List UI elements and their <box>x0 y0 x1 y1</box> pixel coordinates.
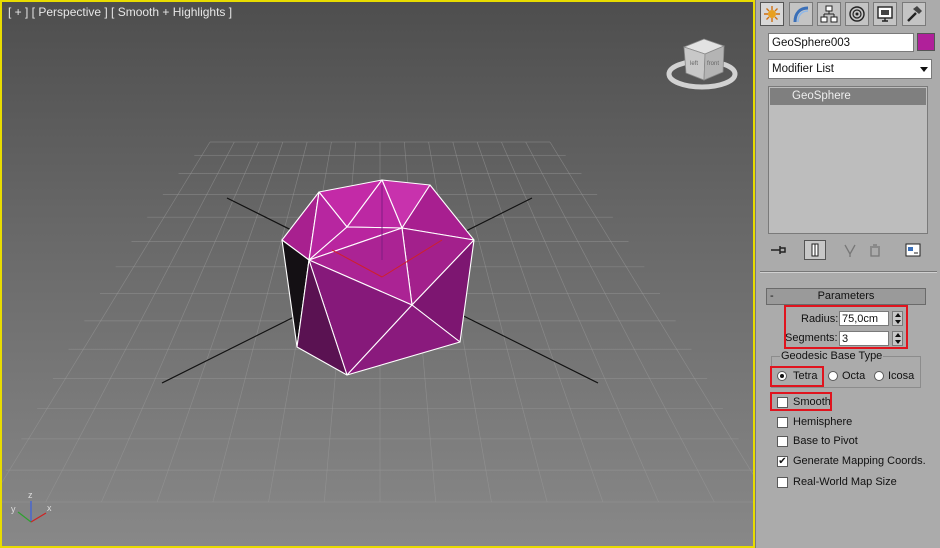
show-end-result-button[interactable] <box>804 240 826 260</box>
pin-stack-icon <box>771 246 786 254</box>
hemisphere-label[interactable]: Hemisphere <box>793 416 852 428</box>
octa-radio[interactable] <box>828 371 838 381</box>
display-tab[interactable] <box>873 2 897 26</box>
grid-line <box>549 141 753 475</box>
panel-divider <box>760 271 937 273</box>
make-unique-button[interactable] <box>840 240 862 260</box>
grid-line <box>452 141 548 503</box>
generate-mapping-coords-label[interactable]: Generate Mapping Coords. <box>793 455 926 467</box>
geodesic-base-type-title: Geodesic Base Type <box>780 350 884 362</box>
chevron-down-icon <box>920 67 928 72</box>
axis-y-label: y <box>11 504 16 514</box>
show-end-result-icon <box>811 243 819 257</box>
icosa-radio[interactable] <box>874 371 884 381</box>
grid-line <box>156 141 284 503</box>
configure-modifier-sets-icon <box>905 243 921 257</box>
real-world-map-size-checkbox[interactable] <box>777 477 788 488</box>
motion-icon <box>849 6 865 22</box>
hierarchy-icon <box>820 5 838 23</box>
motion-tab[interactable] <box>845 2 869 26</box>
configure-modifier-sets-button[interactable] <box>902 240 924 260</box>
modify-tab[interactable] <box>789 2 813 26</box>
remove-modifier-icon <box>870 244 880 257</box>
collapse-icon: - <box>770 290 774 302</box>
modifier-list-label: Modifier List <box>772 63 834 75</box>
remove-modifier-button[interactable] <box>864 240 886 260</box>
real-world-map-size-label[interactable]: Real-World Map Size <box>793 476 897 488</box>
object-color-swatch[interactable] <box>917 33 935 51</box>
octa-label[interactable]: Octa <box>842 370 865 382</box>
base-to-pivot-label[interactable]: Base to Pivot <box>793 435 858 447</box>
bend-modify-icon <box>793 6 809 23</box>
display-monitor-icon <box>877 6 893 22</box>
axis-tripod-icon: z x y <box>11 490 52 523</box>
object-name-field[interactable]: GeoSphere003 <box>768 33 914 52</box>
radius-segments-highlight <box>784 305 908 349</box>
icosa-label[interactable]: Icosa <box>888 370 914 382</box>
axis-z-label: z <box>28 490 33 500</box>
command-panel: GeoSphere003 Modifier List GeoSphere - P… <box>755 0 940 548</box>
hammer-icon <box>907 6 922 22</box>
parameters-rollout-header[interactable]: - Parameters <box>766 288 926 305</box>
sun-star-icon <box>764 6 780 22</box>
create-tab[interactable] <box>760 2 784 26</box>
hemisphere-checkbox[interactable] <box>777 417 788 428</box>
parameters-title: Parameters <box>817 290 875 302</box>
grid-line <box>525 141 715 503</box>
grid-line <box>476 141 604 503</box>
viewport-label-menu[interactable]: [ + ] [ Perspective ] [ Smooth + Highlig… <box>8 5 232 19</box>
utilities-tab[interactable] <box>902 2 926 26</box>
scene-canvas[interactable]: left front z x y <box>2 2 755 548</box>
grid-line <box>45 141 235 503</box>
grid-line <box>501 141 659 503</box>
hierarchy-tab[interactable] <box>817 2 841 26</box>
generate-mapping-coords-checkbox[interactable]: ✔ <box>777 456 788 467</box>
viewcube[interactable]: left front <box>666 38 738 90</box>
pin-stack-button[interactable] <box>768 240 790 260</box>
geosphere-object <box>281 179 475 376</box>
viewcube-left-label: left <box>690 61 698 67</box>
axis-x-label: x <box>47 503 52 513</box>
viewcube-front-label: front <box>707 61 719 67</box>
smooth-highlight <box>770 392 832 411</box>
grid-line <box>2 141 211 484</box>
stack-item-geosphere[interactable]: GeoSphere <box>770 88 926 105</box>
tetra-highlight <box>770 366 824 387</box>
perspective-viewport[interactable]: left front z x y [ + ] [ Perspective ] [… <box>0 0 755 548</box>
make-unique-icon <box>844 244 856 257</box>
modifier-list-dropdown[interactable]: Modifier List <box>768 59 932 79</box>
modifier-stack[interactable]: GeoSphere <box>768 86 928 234</box>
base-to-pivot-checkbox[interactable] <box>777 436 788 447</box>
grid-line <box>101 141 259 503</box>
